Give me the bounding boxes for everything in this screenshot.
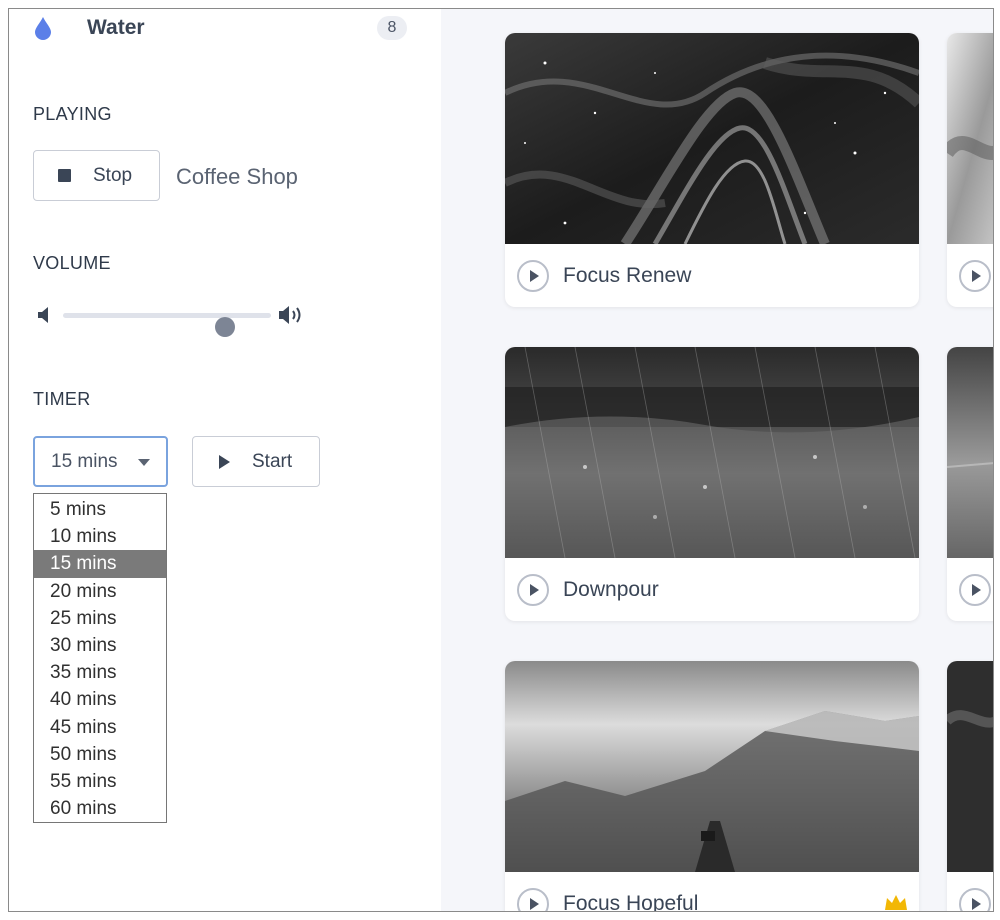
- stop-button-label: Stop: [93, 164, 133, 186]
- timer-option[interactable]: 45 mins: [34, 714, 166, 741]
- sound-card-downpour[interactable]: Downpour: [505, 347, 919, 621]
- sound-card-image: [505, 347, 919, 558]
- volume-section-title: VOLUME: [33, 253, 111, 273]
- play-circle-icon[interactable]: [517, 260, 549, 292]
- sound-card-image: [947, 347, 993, 558]
- play-circle-icon[interactable]: [959, 888, 991, 911]
- water-drop-icon: [33, 15, 53, 41]
- sound-card-title: Downpour: [563, 578, 659, 601]
- category-item-water[interactable]: Water 8: [33, 13, 407, 43]
- sound-card-footer: Focus Hopeful: [505, 872, 919, 912]
- timer-section-title: TIMER: [33, 389, 91, 409]
- volume-slider-track[interactable]: [63, 313, 271, 337]
- sound-card-footer: [947, 244, 993, 307]
- now-playing-label: Coffee Shop: [176, 164, 298, 189]
- timer-option[interactable]: 15 mins: [34, 550, 166, 578]
- timer-option[interactable]: 5 mins: [34, 496, 166, 523]
- sound-card-title: Focus Hopeful: [563, 892, 699, 912]
- sound-card-footer: Focus Renew: [505, 244, 919, 307]
- app-window: Water 8 PLAYING Stop Coffee Shop VOLUME …: [8, 8, 994, 912]
- timer-option[interactable]: 20 mins: [34, 578, 166, 605]
- play-circle-icon[interactable]: [959, 260, 991, 292]
- volume-high-icon[interactable]: [278, 303, 306, 332]
- timer-option[interactable]: 60 mins: [34, 795, 166, 822]
- timer-selected-value: 15 mins: [51, 450, 118, 472]
- sound-card-partial[interactable]: [947, 661, 993, 911]
- timer-select[interactable]: 15 mins: [33, 436, 168, 487]
- volume-low-icon[interactable]: [37, 305, 51, 330]
- sound-card-image: [505, 33, 919, 244]
- caret-down-icon: [138, 459, 150, 466]
- play-icon: [219, 454, 230, 469]
- volume-slider-thumb[interactable]: [215, 317, 236, 337]
- category-count-badge: 8: [377, 16, 407, 40]
- timer-option[interactable]: 10 mins: [34, 523, 166, 550]
- play-circle-icon[interactable]: [517, 574, 549, 606]
- start-timer-button[interactable]: Start: [192, 436, 320, 487]
- sound-card-image: [947, 661, 993, 872]
- timer-option[interactable]: 55 mins: [34, 768, 166, 795]
- timer-dropdown-list: 5 mins 10 mins 15 mins 20 mins 25 mins 30 min…: [33, 493, 167, 823]
- sound-grid: Focus Renew Downpour Focus Hopeful: [441, 9, 993, 912]
- play-circle-icon[interactable]: [959, 574, 991, 606]
- sound-card-partial[interactable]: [947, 347, 993, 621]
- timer-option[interactable]: 35 mins: [34, 659, 166, 686]
- category-label: Water: [87, 16, 145, 39]
- sound-card-partial[interactable]: [947, 33, 993, 307]
- sound-card-footer: Downpour: [505, 558, 919, 621]
- sound-card-title: Focus Renew: [563, 264, 692, 287]
- playing-section-title: PLAYING: [33, 104, 112, 124]
- timer-option[interactable]: 30 mins: [34, 632, 166, 659]
- timer-option[interactable]: 25 mins: [34, 605, 166, 632]
- sound-card-image: [947, 33, 993, 244]
- volume-control: [37, 301, 327, 337]
- sound-card-focus-hopeful[interactable]: Focus Hopeful: [505, 661, 919, 912]
- timer-option[interactable]: 50 mins: [34, 741, 166, 768]
- sound-card-focus-renew[interactable]: Focus Renew: [505, 33, 919, 307]
- sidebar: Water 8 PLAYING Stop Coffee Shop VOLUME …: [9, 9, 441, 911]
- stop-icon: [58, 169, 71, 182]
- start-button-label: Start: [252, 450, 293, 472]
- timer-option[interactable]: 40 mins: [34, 686, 166, 713]
- sound-card-footer: [947, 558, 993, 621]
- sound-card-footer: [947, 872, 993, 911]
- play-circle-icon[interactable]: [517, 888, 549, 911]
- stop-button[interactable]: Stop: [33, 150, 160, 201]
- crown-icon: [883, 892, 909, 912]
- sound-card-image: [505, 661, 919, 872]
